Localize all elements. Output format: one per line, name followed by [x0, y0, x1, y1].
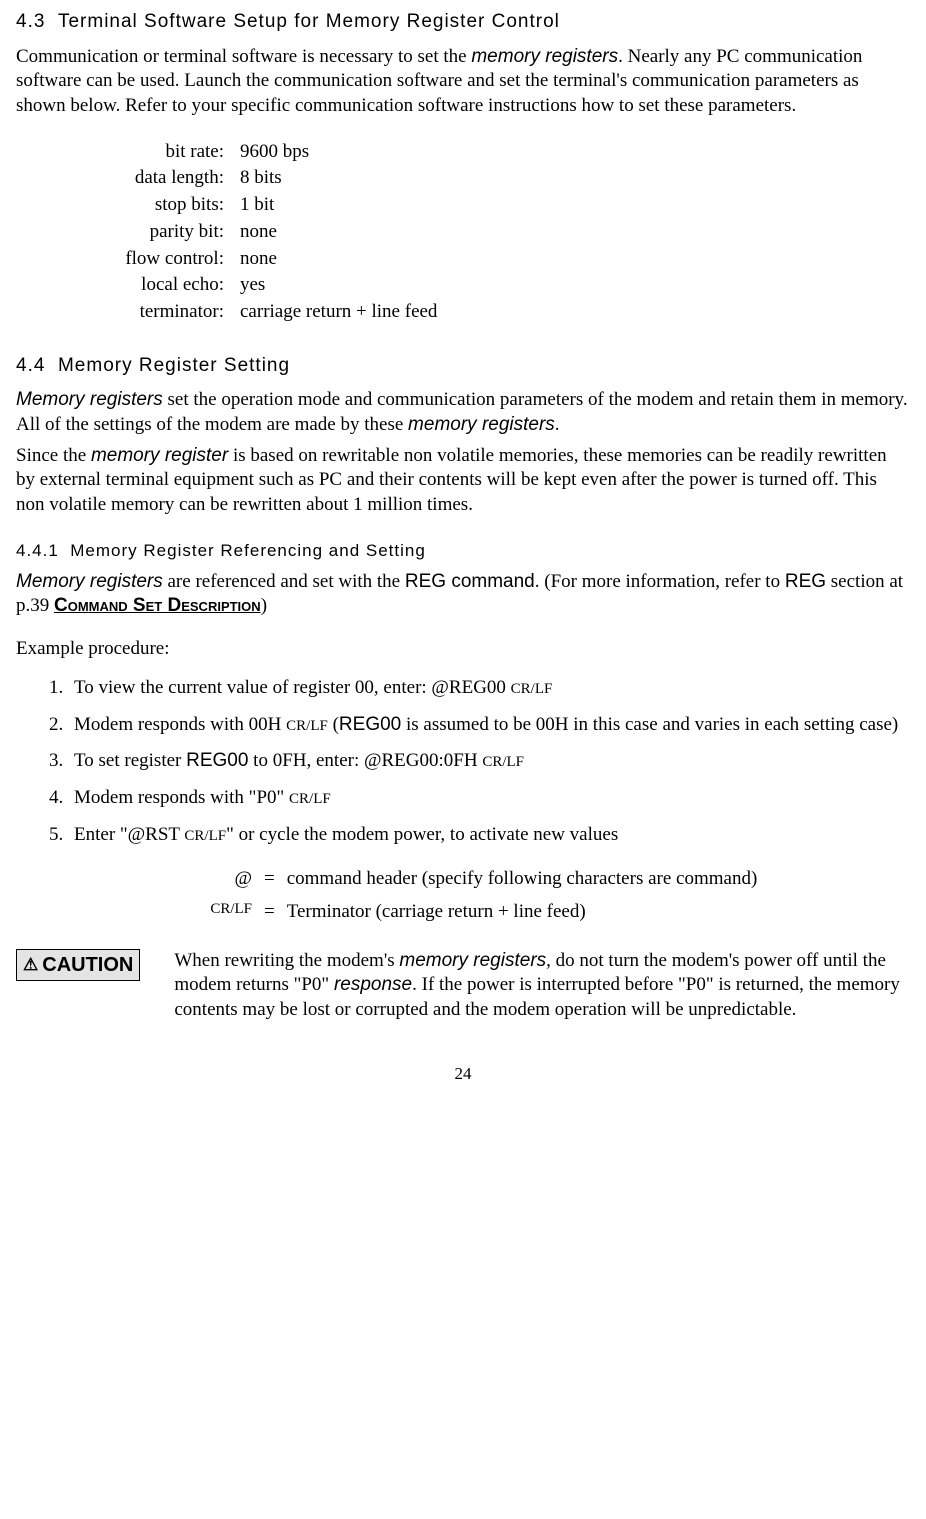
table-row: parity bit:none	[16, 219, 445, 246]
term-memory-registers: Memory registers	[16, 571, 163, 592]
table-row: CR/LF = Terminator (carriage return + li…	[16, 896, 763, 929]
example-steps-list: To view the current value of register 00…	[16, 676, 910, 847]
section-4-4-1-p1: Memory registers are referenced and set …	[16, 570, 910, 619]
example-procedure-label: Example procedure:	[16, 637, 910, 662]
terminal-params-table: bit rate:9600 bps data length:8 bits sto…	[16, 139, 445, 326]
heading-4-4-1: 4.4.1 Memory Register Referencing and Se…	[16, 540, 910, 562]
heading-4-4-num: 4.4	[16, 355, 45, 376]
section-4-4-p1: Memory registers set the operation mode …	[16, 388, 910, 437]
term-response: response	[334, 974, 412, 995]
table-row: @ = command header (specify following ch…	[16, 863, 763, 896]
list-item: To set register REG00 to 0FH, enter: @RE…	[68, 749, 910, 774]
caution-text: When rewriting the modem's memory regist…	[174, 949, 910, 1023]
list-item: Modem responds with 00H CR/LF (REG00 is …	[68, 713, 910, 738]
table-row: local echo:yes	[16, 272, 445, 299]
heading-4-3-title: Terminal Software Setup for Memory Regis…	[58, 11, 560, 32]
term-memory-register: memory register	[91, 445, 228, 466]
table-row: flow control:none	[16, 246, 445, 273]
page-number: 24	[16, 1063, 910, 1085]
heading-4-3: 4.3 Terminal Software Setup for Memory R…	[16, 10, 910, 35]
link-command-set-description: Command Set Description	[54, 595, 261, 616]
table-row: data length:8 bits	[16, 165, 445, 192]
reg-command: REG command	[405, 571, 535, 592]
caution-block: ⚠ CAUTION When rewriting the modem's mem…	[16, 949, 910, 1023]
list-item: To view the current value of register 00…	[68, 676, 910, 701]
term-memory-registers: Memory registers	[16, 389, 163, 410]
table-row: terminator:carriage return + line feed	[16, 299, 445, 326]
term-memory-registers: memory registers	[408, 414, 555, 435]
section-4-3-body: Communication or terminal software is ne…	[16, 45, 910, 119]
legend-table: @ = command header (specify following ch…	[16, 863, 763, 928]
list-item: Enter "@RST CR/LF" or cycle the modem po…	[68, 823, 910, 848]
caution-label: CAUTION	[42, 952, 133, 978]
heading-4-4: 4.4 Memory Register Setting	[16, 354, 910, 379]
table-row: bit rate:9600 bps	[16, 139, 445, 166]
section-4-4-p2: Since the memory register is based on re…	[16, 444, 910, 518]
heading-4-4-title: Memory Register Setting	[58, 355, 290, 376]
list-item: Modem responds with "P0" CR/LF	[68, 786, 910, 811]
warning-icon: ⚠	[23, 956, 38, 973]
table-row: stop bits:1 bit	[16, 192, 445, 219]
term-memory-registers: memory registers	[471, 46, 618, 67]
heading-4-4-1-num: 4.4.1	[16, 541, 59, 560]
heading-4-4-1-title: Memory Register Referencing and Setting	[70, 541, 426, 560]
heading-4-3-num: 4.3	[16, 11, 45, 32]
caution-badge: ⚠ CAUTION	[16, 949, 140, 981]
term-memory-registers: memory registers	[399, 950, 546, 971]
